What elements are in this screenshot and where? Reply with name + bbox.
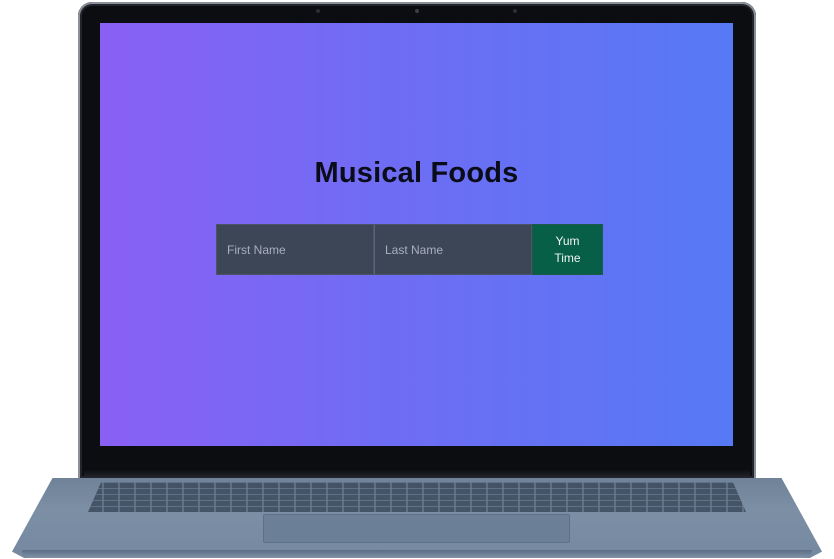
webcam-icon — [415, 9, 419, 13]
laptop-screen: Musical Foods Yum Time — [100, 23, 733, 446]
trackpad — [263, 514, 570, 543]
sensor-icon — [316, 9, 320, 13]
sensor-icon — [513, 9, 517, 13]
name-form: Yum Time — [216, 224, 603, 275]
last-name-input[interactable] — [374, 224, 532, 275]
yum-time-button[interactable]: Yum Time — [532, 224, 603, 275]
keyboard-rows — [88, 482, 746, 512]
laptop-front-edge — [22, 550, 812, 558]
page-title: Musical Foods — [314, 157, 519, 189]
first-name-input[interactable] — [216, 224, 374, 275]
